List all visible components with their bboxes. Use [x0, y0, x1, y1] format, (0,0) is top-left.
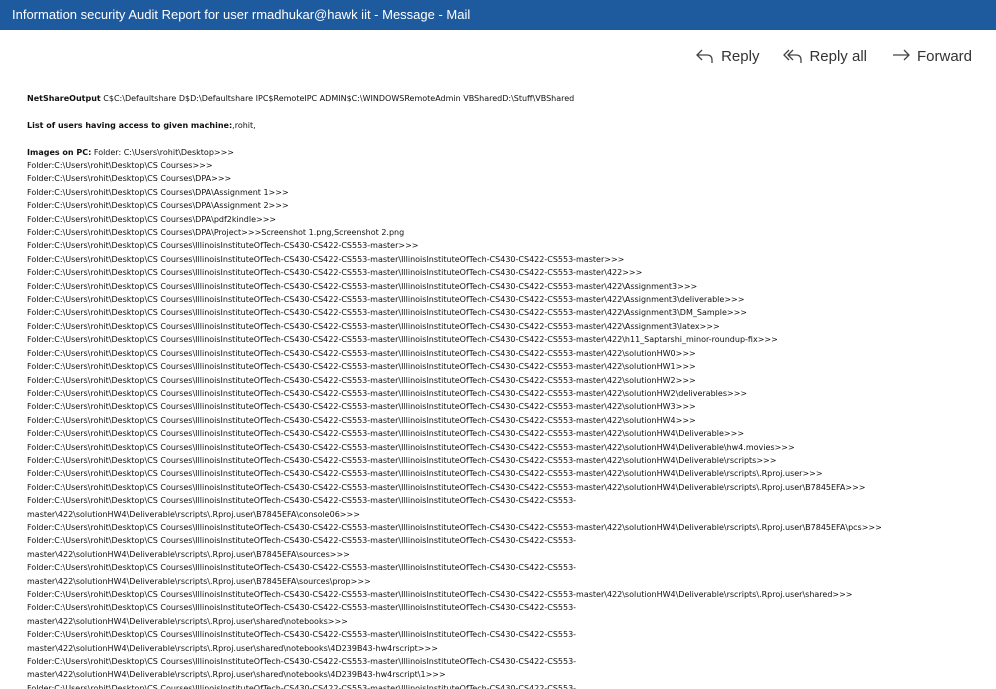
reply-label: Reply: [721, 47, 760, 65]
message-body: NetShareOutput C$C:\Defaultshare D$D:\De…: [27, 92, 987, 689]
folder-line: Folder:C:\Users\rohit\Desktop\CS Courses…: [27, 590, 853, 599]
folder-line: Folder:C:\Users\rohit\Desktop\CS Courses…: [27, 254, 625, 264]
reply-all-button[interactable]: Reply all: [783, 47, 867, 65]
images-first-folder: Folder: C:\Users\rohit\Desktop>>>: [91, 147, 234, 157]
folder-line: Folder:C:\Users\rohit\Desktop\CS Courses…: [27, 563, 577, 573]
folder-line: Folder:C:\Users\rohit\Desktop\CS Courses…: [27, 321, 720, 331]
folder-line: Folder:C:\Users\rohit\Desktop\CS Courses…: [27, 683, 577, 689]
folder-line: Folder:C:\Users\rohit\Desktop\CS Courses…: [27, 268, 643, 278]
folder-line: master\422\solutionHW4\Deliverable\rscri…: [27, 509, 360, 519]
folder-line: Folder:C:\Users\rohit\Desktop\CS Courses…: [27, 375, 696, 385]
folder-line: Folder:C:\Users\rohit\Desktop\CS Courses…: [27, 362, 696, 372]
folder-line: Folder:C:\Users\rohit\Desktop\CS Courses…: [27, 388, 748, 398]
folder-list: Folder:C:\Users\rohit\Desktop\CS Courses…: [27, 159, 987, 689]
users-value: ,rohit,: [232, 120, 256, 130]
folder-line: Folder:C:\Users\rohit\Desktop\CS Courses…: [27, 402, 696, 412]
folder-line: master\422\solutionHW4\Deliverable\rscri…: [27, 643, 438, 653]
forward-label: Forward: [916, 47, 972, 65]
net-share-value: C$C:\Defaultshare D$D:\Defaultshare IPC$…: [100, 94, 575, 103]
folder-line: Folder:C:\Users\rohit\Desktop\CS Courses…: [27, 241, 419, 251]
folder-line: Folder:C:\Users\rohit\Desktop\CS Courses…: [27, 657, 577, 667]
users-access: List of users having access to given mac…: [27, 119, 987, 132]
folder-line: Folder:C:\Users\rohit\Desktop\CS Courses…: [27, 630, 577, 640]
folder-line: Folder:C:\Users\rohit\Desktop\CS Courses…: [27, 455, 777, 465]
folder-line: Folder:C:\Users\rohit\Desktop\CS Courses…: [27, 187, 289, 197]
users-label: List of users having access to given mac…: [27, 120, 233, 130]
folder-line: master\422\solutionHW4\Deliverable\rscri…: [27, 549, 350, 559]
folder-line: Folder:C:\Users\rohit\Desktop\CS Courses…: [27, 348, 696, 358]
folder-line: Folder:C:\Users\rohit\Desktop\CS Courses…: [27, 214, 277, 224]
net-share-output: NetShareOutput C$C:\Defaultshare D$D:\De…: [27, 92, 987, 105]
message-toolbar: Reply Reply all Forward: [695, 44, 972, 68]
reply-button[interactable]: Reply: [695, 47, 759, 65]
folder-line: Folder:C:\Users\rohit\Desktop\CS Courses…: [27, 442, 795, 452]
folder-line: Folder:C:\Users\rohit\Desktop\CS Courses…: [27, 281, 698, 291]
folder-line: Folder:C:\Users\rohit\Desktop\CS Courses…: [27, 295, 745, 305]
folder-line: Folder:C:\Users\rohit\Desktop\CS Courses…: [27, 201, 289, 211]
reply-icon: [696, 49, 713, 63]
window-title-bar: Information security Audit Report for us…: [0, 0, 996, 30]
folder-line: Folder:C:\Users\rohit\Desktop\CS Courses…: [27, 603, 577, 613]
folder-line: Folder:C:\Users\rohit\Desktop\CS Courses…: [27, 161, 213, 170]
folder-line: Folder:C:\Users\rohit\Desktop\CS Courses…: [27, 536, 577, 546]
forward-button[interactable]: Forward: [891, 47, 972, 65]
images-label: Images on PC:: [27, 147, 92, 157]
folder-line: Folder:C:\Users\rohit\Desktop\CS Courses…: [27, 522, 882, 532]
folder-line: master\422\solutionHW4\Deliverable\rscri…: [27, 616, 348, 626]
folder-line: Folder:C:\Users\rohit\Desktop\CS Courses…: [27, 496, 577, 506]
folder-line: Folder:C:\Users\rohit\Desktop\CS Courses…: [27, 335, 778, 345]
folder-line: Folder:C:\Users\rohit\Desktop\CS Courses…: [27, 482, 866, 492]
folder-line: master\422\solutionHW4\Deliverable\rscri…: [27, 670, 446, 680]
folder-line: Folder:C:\Users\rohit\Desktop\CS Courses…: [27, 429, 745, 439]
reply-all-label: Reply all: [809, 47, 867, 65]
folder-line: Folder:C:\Users\rohit\Desktop\CS Courses…: [27, 174, 232, 184]
reply-all-icon: [783, 49, 803, 63]
folder-line: Folder:C:\Users\rohit\Desktop\CS Courses…: [27, 308, 747, 318]
folder-line: master\422\solutionHW4\Deliverable\rscri…: [27, 576, 371, 586]
images-heading: Images on PC: Folder: C:\Users\rohit\Des…: [27, 146, 987, 159]
folder-line: Folder:C:\Users\rohit\Desktop\CS Courses…: [27, 469, 823, 479]
forward-icon: [892, 49, 910, 61]
folder-line: Folder:C:\Users\rohit\Desktop\CS Courses…: [27, 415, 696, 425]
folder-line: Folder:C:\Users\rohit\Desktop\CS Courses…: [27, 228, 405, 238]
window-title: Information security Audit Report for us…: [12, 7, 471, 22]
net-share-label: NetShareOutput: [27, 94, 101, 103]
